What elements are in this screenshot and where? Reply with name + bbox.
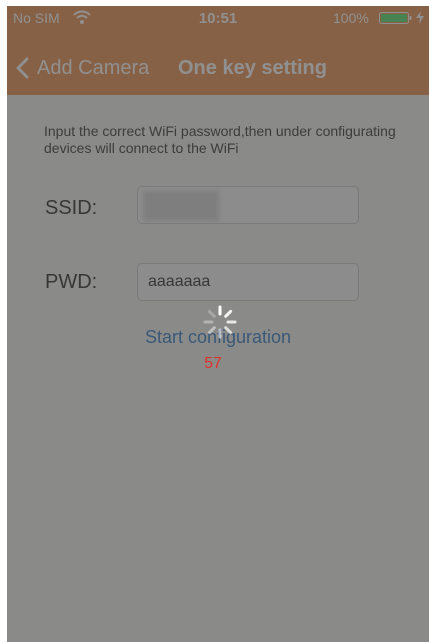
phone-screen: No SIM 10:51 100% Add Camera One key set…	[7, 6, 429, 642]
back-chevron-icon	[16, 57, 29, 79]
countdown-label: 57	[204, 355, 222, 372]
app-header: No SIM 10:51 100% Add Camera One key set…	[7, 6, 429, 95]
battery-icon	[379, 12, 412, 24]
back-label: Add Camera	[37, 56, 150, 79]
instruction-text: Input the correct WiFi password,then und…	[44, 123, 396, 156]
password-field[interactable]: aaaaaaa	[137, 263, 359, 301]
status-bar: No SIM 10:51 100%	[7, 6, 429, 30]
ssid-redacted-value	[143, 191, 219, 221]
nav-bar: Add Camera One key setting	[7, 46, 429, 90]
page-title: One key setting	[178, 57, 327, 79]
ssid-label: SSID:	[45, 197, 98, 219]
password-value: aaaaaaa	[148, 273, 211, 290]
battery-percent: 100%	[333, 10, 369, 26]
back-button[interactable]: Add Camera	[15, 46, 149, 90]
spinner-icon	[203, 305, 237, 339]
ssid-field[interactable]	[137, 186, 359, 224]
pwd-label: PWD:	[45, 271, 98, 293]
charge-icon	[416, 11, 424, 24]
